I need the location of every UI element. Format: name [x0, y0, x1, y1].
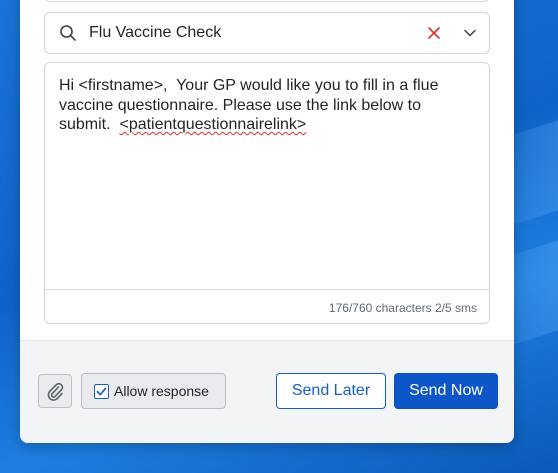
allow-response-checkbox[interactable] — [94, 383, 109, 399]
template-select[interactable]: Flu Vaccine Check — [44, 12, 490, 54]
message-link-token: <patientquestionnairelink> — [119, 116, 307, 133]
paperclip-icon — [47, 382, 64, 401]
template-select-value: Flu Vaccine Check — [89, 24, 222, 41]
message-box: Hi <firstname>, Your GP would like you t… — [44, 62, 490, 324]
character-counter-text: 176/760 characters 2/5 sms — [328, 300, 477, 315]
close-icon[interactable] — [427, 26, 441, 40]
message-textarea[interactable]: Hi <firstname>, Your GP would like you t… — [45, 63, 489, 287]
allow-response-label: Allow response — [114, 383, 209, 399]
send-now-button[interactable]: Send Now — [394, 373, 498, 409]
attach-button[interactable] — [38, 374, 72, 408]
character-counter: 176/760 characters 2/5 sms — [45, 289, 489, 323]
chevron-down-icon[interactable] — [463, 26, 477, 40]
allow-response-toggle[interactable]: Allow response — [81, 373, 226, 409]
dialog-footer: Allow response Send Later Send Now — [20, 340, 514, 443]
send-later-button[interactable]: Send Later — [276, 373, 386, 409]
checkmark-icon — [96, 387, 107, 395]
sms-compose-dialog: Flu Vaccine Check Hi <firstname>, Your G… — [20, 0, 514, 443]
search-icon — [60, 25, 76, 41]
previous-field[interactable] — [44, 0, 490, 2]
